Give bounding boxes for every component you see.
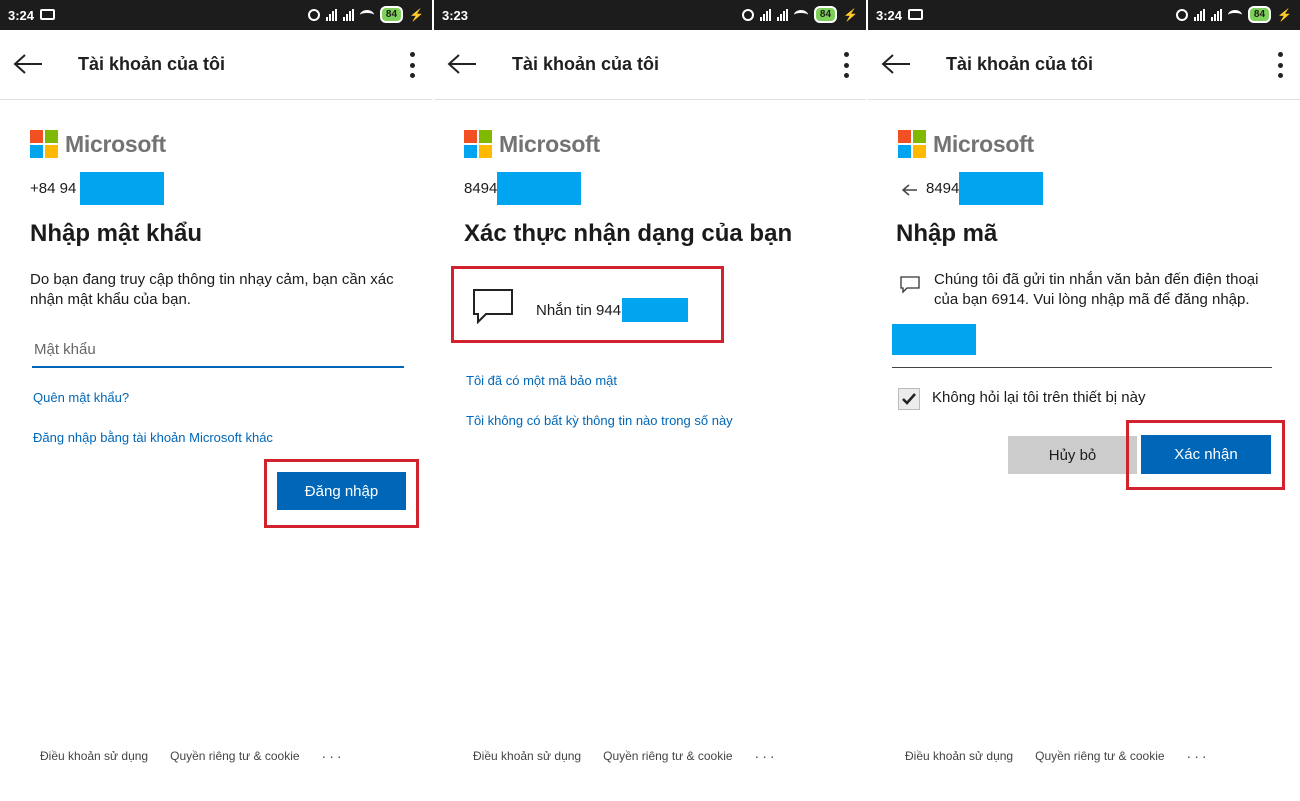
account-identity-text: +84 94 xyxy=(30,180,77,197)
battery-icon: 84 xyxy=(1247,6,1272,23)
alarm-icon xyxy=(1175,8,1188,21)
code-input-underline xyxy=(892,367,1272,368)
footer: Điều khoản sử dụng Quyền riêng tư & cook… xyxy=(473,748,778,764)
signal-icon xyxy=(1193,8,1205,21)
redacted-block xyxy=(80,172,165,205)
battery-icon: 84 xyxy=(813,6,838,23)
checkmark-icon xyxy=(902,393,916,405)
more-options[interactable]: ··· xyxy=(755,748,778,764)
code-input[interactable] xyxy=(892,324,976,355)
sms-option[interactable]: Nhắn tin 944 xyxy=(454,268,720,340)
description-text: Do bạn đang truy cập thông tin nhạy cảm,… xyxy=(30,271,394,308)
brand-name: Microsoft xyxy=(65,130,166,157)
alarm-icon xyxy=(741,8,754,21)
more-options[interactable]: ··· xyxy=(322,748,345,764)
more-vert-icon[interactable] xyxy=(1276,52,1284,78)
wifi-icon xyxy=(793,9,808,20)
description-text: Chúng tôi đã gửi tin nhắn văn bản đến đi… xyxy=(934,271,1259,308)
sms-option-content: Nhắn tin 944 xyxy=(536,298,689,322)
panel-verify-identity: 3:23 84 ⚡ Tài khoản của tôi Microsoft 84… xyxy=(434,0,866,801)
back-arrow-icon[interactable] xyxy=(446,52,478,76)
signin-button[interactable]: Đăng nhập xyxy=(277,472,406,510)
redacted-block xyxy=(959,172,1044,205)
account-identity: 8494 xyxy=(464,172,582,205)
message-icon xyxy=(40,9,55,20)
privacy-link[interactable]: Quyền riêng tư & cookie xyxy=(1035,749,1164,763)
confirm-button[interactable]: Xác nhận xyxy=(1141,435,1271,474)
app-bar: Tài khoản của tôi xyxy=(434,30,866,100)
forgot-password-link[interactable]: Quên mật khẩu? xyxy=(33,390,129,405)
heading: Nhập mật khẩu xyxy=(30,220,203,247)
account-identity: +84 94 xyxy=(30,172,165,205)
signal-icon xyxy=(776,8,788,21)
more-vert-icon[interactable] xyxy=(842,52,850,78)
microsoft-logo: Microsoft xyxy=(464,130,600,158)
account-identity-text: 8494 xyxy=(926,180,960,197)
page-title: Tài khoản của tôi xyxy=(946,54,1094,74)
have-code-link[interactable]: Tôi đã có một mã bảo mật xyxy=(466,373,617,388)
account-identity-text: 8494 xyxy=(464,180,498,197)
privacy-link[interactable]: Quyền riêng tư & cookie xyxy=(603,749,732,763)
charging-icon: ⚡ xyxy=(1277,7,1292,22)
password-input[interactable] xyxy=(32,332,404,368)
wifi-icon xyxy=(1227,9,1242,20)
account-identity: 8494 xyxy=(902,172,1044,205)
status-time: 3:24 xyxy=(876,8,903,23)
status-bar: 3:24 84 ⚡ xyxy=(0,0,432,30)
status-bar: 3:23 84 ⚡ xyxy=(434,0,866,30)
microsoft-logo-icon xyxy=(464,130,492,158)
chat-bubble-icon xyxy=(900,276,920,294)
charging-icon: ⚡ xyxy=(409,7,424,22)
more-options[interactable]: ··· xyxy=(1187,748,1210,764)
heading: Xác thực nhận dạng của bạn xyxy=(464,220,793,247)
brand-name: Microsoft xyxy=(499,130,600,157)
terms-link[interactable]: Điều khoản sử dụng xyxy=(473,749,581,763)
wifi-icon xyxy=(359,9,374,20)
cancel-button[interactable]: Hủy bỏ xyxy=(1008,436,1137,474)
page-title: Tài khoản của tôi xyxy=(512,54,660,74)
heading: Nhập mã xyxy=(896,220,998,247)
panel-enter-password: 3:24 84 ⚡ Tài khoản của tôi Microsoft +8… xyxy=(0,0,432,801)
remember-checkbox[interactable] xyxy=(898,388,920,410)
back-arrow-icon[interactable] xyxy=(880,52,912,76)
status-time: 3:24 xyxy=(8,8,35,23)
more-vert-icon[interactable] xyxy=(408,52,416,78)
signal-icon xyxy=(759,8,771,21)
page-title: Tài khoản của tôi xyxy=(78,54,226,74)
status-time: 3:23 xyxy=(442,8,469,23)
message-icon xyxy=(908,9,923,20)
back-arrow-icon[interactable] xyxy=(12,52,44,76)
alarm-icon xyxy=(307,8,320,21)
privacy-link[interactable]: Quyền riêng tư & cookie xyxy=(170,749,299,763)
app-bar: Tài khoản của tôi xyxy=(0,30,432,100)
redacted-block xyxy=(497,172,582,205)
signal-icon xyxy=(1210,8,1222,21)
microsoft-logo: Microsoft xyxy=(898,130,1034,158)
microsoft-logo-icon xyxy=(30,130,58,158)
no-info-link[interactable]: Tôi không có bất kỳ thông tin nào trong … xyxy=(466,413,733,428)
back-arrow-icon[interactable] xyxy=(902,184,918,196)
battery-icon: 84 xyxy=(379,6,404,23)
redacted-block xyxy=(622,298,689,322)
signal-icon xyxy=(342,8,354,21)
other-account-link[interactable]: Đăng nhập bằng tài khoản Microsoft khác xyxy=(33,430,273,445)
terms-link[interactable]: Điều khoản sử dụng xyxy=(40,749,148,763)
charging-icon: ⚡ xyxy=(843,7,858,22)
panel-enter-code: 3:24 84 ⚡ Tài khoản của tôi Microsoft 84… xyxy=(868,0,1300,801)
signal-icon xyxy=(325,8,337,21)
microsoft-logo-icon xyxy=(898,130,926,158)
footer: Điều khoản sử dụng Quyền riêng tư & cook… xyxy=(905,748,1210,764)
sms-option-label: Nhắn tin 944 xyxy=(536,301,622,319)
terms-link[interactable]: Điều khoản sử dụng xyxy=(905,749,1013,763)
brand-name: Microsoft xyxy=(933,130,1034,157)
chat-bubble-icon xyxy=(473,289,513,324)
remember-label: Không hỏi lại tôi trên thiết bị này xyxy=(932,389,1146,406)
footer: Điều khoản sử dụng Quyền riêng tư & cook… xyxy=(40,748,345,764)
microsoft-logo: Microsoft xyxy=(30,130,166,158)
app-bar: Tài khoản của tôi xyxy=(868,30,1300,100)
status-bar: 3:24 84 ⚡ xyxy=(868,0,1300,30)
